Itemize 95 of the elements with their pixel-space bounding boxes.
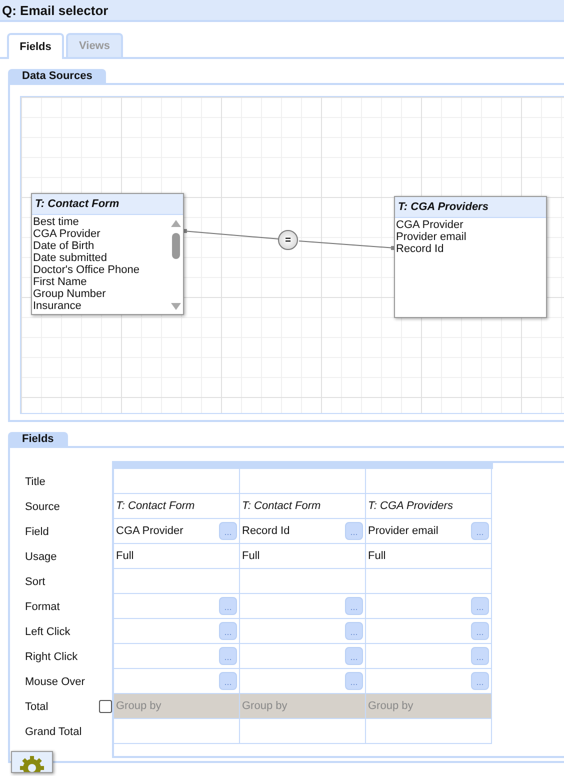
cell-text: Record Id [242,525,290,537]
ellipsis-button[interactable]: ... [345,522,363,540]
grid-cell[interactable]: Group by [114,694,240,719]
grid-cell[interactable] [114,469,240,494]
grid-cell[interactable]: Record Id ... [240,519,366,544]
table-field[interactable]: Insurance [33,300,183,312]
group-by-placeholder: Group by [368,700,414,712]
ellipsis-button[interactable]: ... [471,522,489,540]
grid-cell[interactable]: Full [366,544,492,569]
table-field[interactable]: CGA Provider [33,228,183,240]
ellipsis-button[interactable]: ... [345,597,363,615]
grid-cell[interactable] [240,569,366,594]
grid-cell[interactable]: Group by [366,694,492,719]
table-field[interactable]: First Name [33,276,183,288]
row-label: Total [25,700,48,712]
row-label: Right Click [25,650,78,662]
ellipsis-button[interactable]: ... [219,597,237,615]
table-window[interactable]: T: CGA Providers CGA Provider Provider email Record Id [394,196,547,318]
grid-cell[interactable]: Full [114,544,240,569]
table-window[interactable]: T: Contact Form Best time CGA Provider Date of Birth Date submitted Doctor's Office Phone First Name Group Number Insurance [31,193,184,315]
row-label: Field [25,526,49,538]
cell-text: Full [242,550,260,562]
grid-cell[interactable]: ... [366,669,492,694]
table-field[interactable]: Best time [33,216,183,228]
grid-cell[interactable]: Provider email ... [366,519,492,544]
grid-cell[interactable] [240,469,366,494]
group-by-placeholder: Group by [116,700,162,712]
grid-cell[interactable]: ... [240,644,366,669]
grid-cell[interactable] [366,719,492,744]
ellipsis-button[interactable]: ... [345,672,363,690]
table-title: T: CGA Providers [395,197,546,218]
table-field[interactable]: Doctor's Office Phone [33,264,183,276]
grid-cell[interactable] [366,569,492,594]
row-label: Title [25,476,46,488]
table-field[interactable]: Provider email [396,231,546,243]
tab[interactable]: Views [66,33,123,57]
grid-cell[interactable]: ... [366,594,492,619]
grid-cell[interactable]: CGA Provider ... [114,519,240,544]
row-label: Usage [25,550,57,562]
ellipsis-button[interactable]: ... [471,672,489,690]
ellipsis-button[interactable]: ... [471,597,489,615]
row-label: Grand Total [25,726,82,738]
row-label: Sort [25,576,46,588]
ellipsis-button[interactable]: ... [471,647,489,665]
grid-cell[interactable] [240,719,366,744]
scroll-up-icon[interactable] [171,219,181,227]
grid-cell[interactable] [114,569,240,594]
grid-cell[interactable]: ... [366,619,492,644]
row-label: Format [25,600,60,612]
settings-button[interactable] [11,751,53,773]
tab[interactable]: Fields [7,33,64,59]
ellipsis-button[interactable]: ... [219,622,237,640]
grid-cell[interactable]: ... [366,644,492,669]
table-field[interactable]: Date of Birth [33,240,183,252]
scroll-down-icon[interactable] [171,303,181,311]
row-label: Left Click [25,626,70,638]
row-label: Mouse Over [25,676,85,688]
ellipsis-button[interactable]: ... [345,622,363,640]
table-field[interactable]: Record Id [396,243,546,255]
total-checkbox[interactable] [99,700,112,713]
grid-cell[interactable]: Group by [240,694,366,719]
grid-cell[interactable]: ... [240,594,366,619]
grid-cell[interactable]: T: CGA Providers [366,494,492,519]
window-title: Q: Email selector [0,0,564,22]
cell-text: Full [116,550,134,562]
cell-text: Provider email [368,525,438,537]
table-field[interactable]: CGA Provider [396,219,546,231]
scroll-thumb[interactable] [172,233,180,259]
grid-cell[interactable]: ... [114,644,240,669]
cell-text: CGA Provider [116,525,184,537]
cell-text: T: Contact Form [116,500,195,512]
cell-text: T: Contact Form [242,500,321,512]
row-label: Source [25,500,60,512]
grid-cell[interactable]: ... [114,669,240,694]
ellipsis-button[interactable]: ... [219,647,237,665]
table-field[interactable]: Group Number [33,288,183,300]
grid-cell[interactable]: T: Contact Form [240,494,366,519]
ellipsis-button[interactable]: ... [219,522,237,540]
ellipsis-button[interactable]: ... [219,672,237,690]
grid-cell[interactable]: T: Contact Form [114,494,240,519]
grid-cell[interactable]: ... [240,619,366,644]
ellipsis-button[interactable]: ... [471,622,489,640]
cell-text: Full [368,550,386,562]
table-title: T: Contact Form [32,194,183,215]
grid-cell[interactable]: ... [114,594,240,619]
grid-cell[interactable]: ... [114,619,240,644]
grid-cell[interactable] [114,719,240,744]
cell-text: T: CGA Providers [368,500,453,512]
table-field[interactable]: Date submitted [33,252,183,264]
grid-cell[interactable]: Full [240,544,366,569]
ellipsis-button[interactable]: ... [345,647,363,665]
group-by-placeholder: Group by [242,700,288,712]
grid-cell[interactable] [366,469,492,494]
grid-cell[interactable]: ... [240,669,366,694]
join-operator[interactable]: = [278,230,298,250]
